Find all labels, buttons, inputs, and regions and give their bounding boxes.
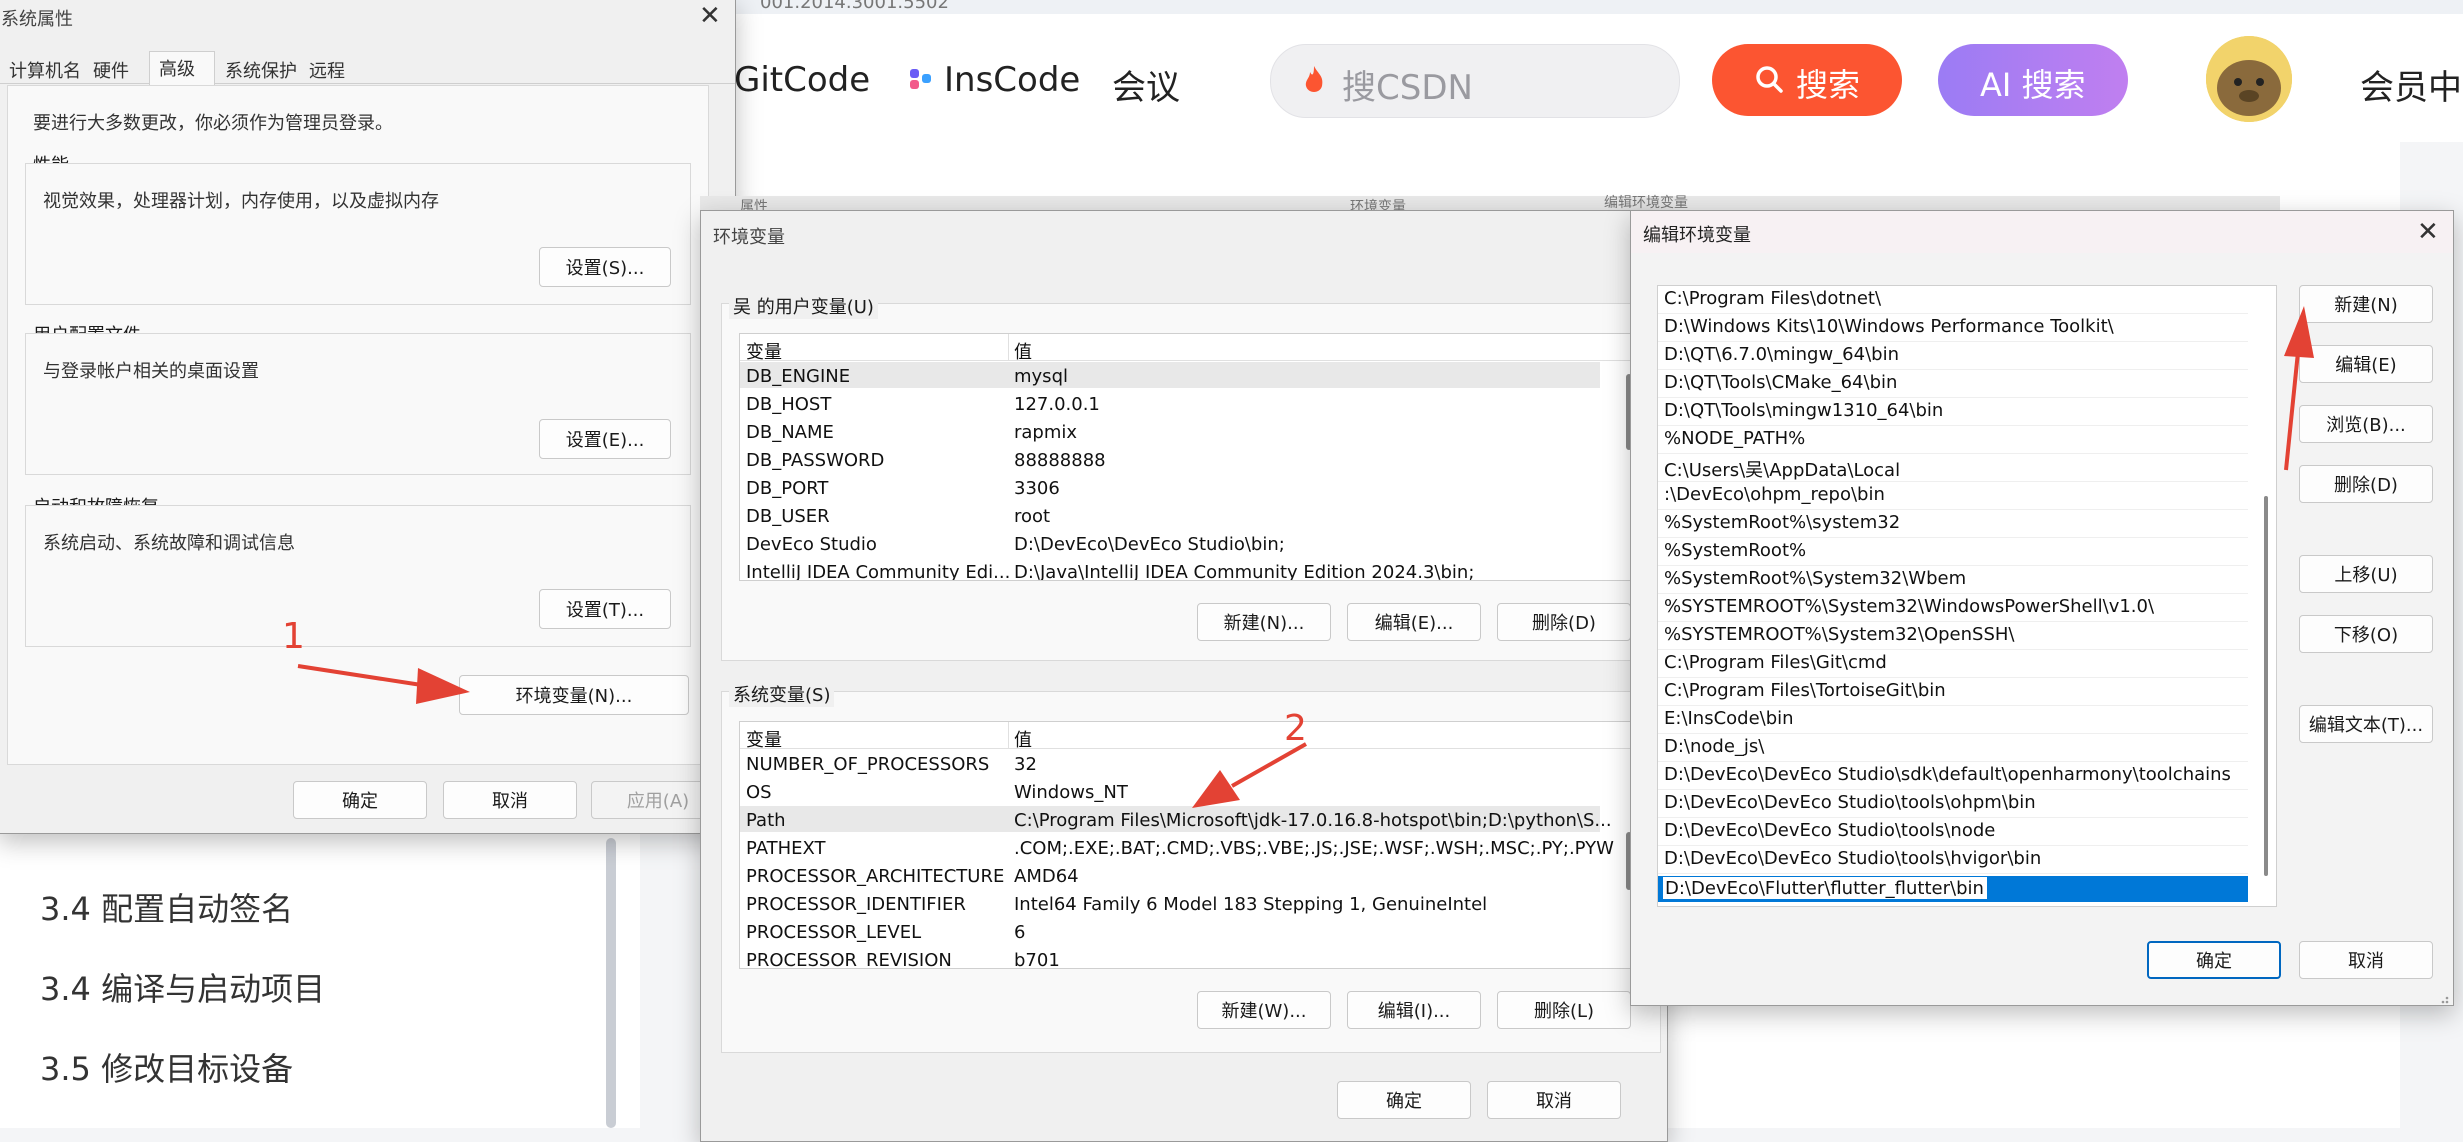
arrow-3-icon <box>2284 306 2314 471</box>
annotation-arrows <box>297 306 2314 808</box>
arrow-2-icon <box>1192 742 1307 808</box>
arrow-1-icon <box>297 664 470 704</box>
